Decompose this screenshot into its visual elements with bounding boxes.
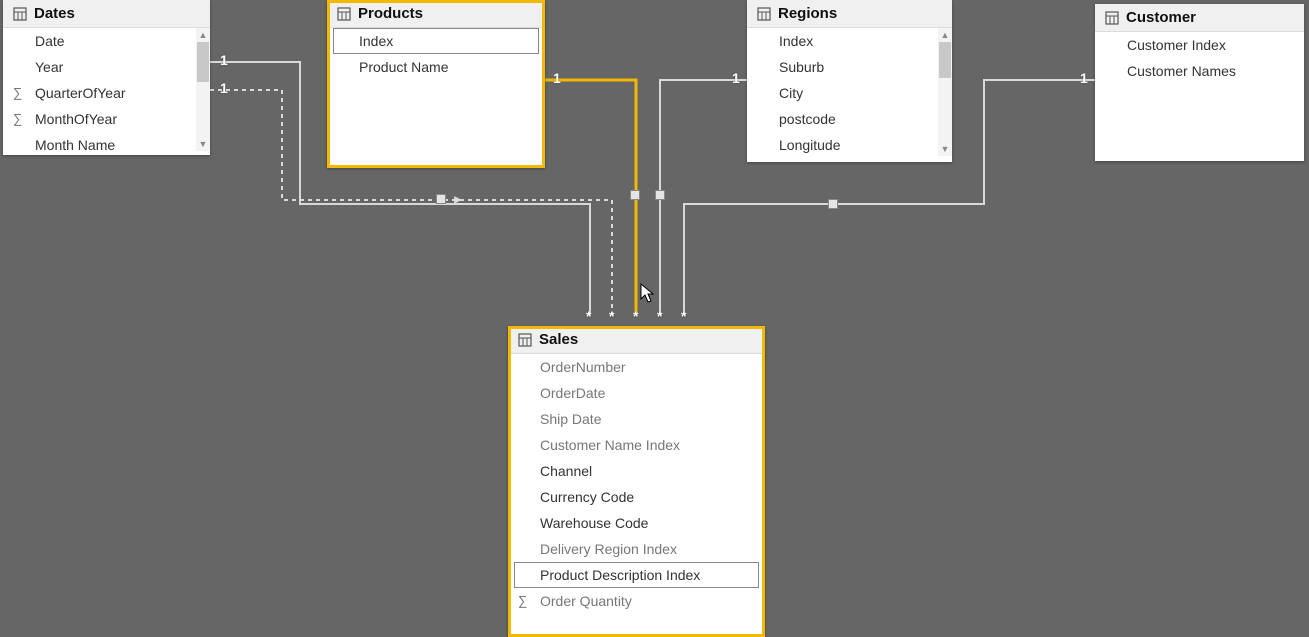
- field-label: Customer Names: [1123, 61, 1296, 81]
- cardinality-sales-star-3: *: [633, 308, 638, 324]
- table-title: Products: [358, 5, 423, 22]
- relation-regions-sales[interactable]: [660, 80, 747, 314]
- filter-direction-node[interactable]: [436, 194, 446, 204]
- scroll-down-icon[interactable]: ▼: [196, 137, 210, 151]
- field-row[interactable]: OrderDate: [508, 380, 765, 406]
- table-title: Dates: [34, 5, 75, 22]
- table-icon: [337, 7, 351, 21]
- sigma-icon: ∑: [13, 83, 31, 103]
- field-row[interactable]: Longitude: [747, 132, 952, 156]
- field-label: Delivery Region Index: [536, 539, 757, 559]
- filter-direction-arrow-icon: ▶: [454, 195, 462, 206]
- field-label: Index: [775, 31, 944, 51]
- field-label: Warehouse Code: [536, 513, 757, 533]
- field-row[interactable]: Month Name: [3, 132, 210, 151]
- field-row[interactable]: Channel: [508, 458, 765, 484]
- field-label: Ship Date: [536, 409, 757, 429]
- cardinality-customer-1: 1: [1080, 70, 1088, 86]
- filter-direction-node[interactable]: [828, 199, 838, 209]
- table-icon: [13, 7, 27, 21]
- field-label: Order Quantity: [536, 591, 757, 611]
- field-row[interactable]: Index: [747, 28, 952, 54]
- scroll-thumb[interactable]: [939, 42, 951, 78]
- field-label: Year: [31, 57, 202, 77]
- field-row[interactable]: Warehouse Code: [508, 510, 765, 536]
- cardinality-regions-1: 1: [732, 70, 740, 86]
- field-row[interactable]: City: [747, 80, 952, 106]
- field-label: Month Name: [31, 135, 202, 151]
- table-icon: [518, 333, 532, 347]
- field-label: QuarterOfYear: [31, 83, 202, 103]
- table-sales[interactable]: Sales OrderNumber OrderDate Ship Date Cu…: [508, 326, 765, 637]
- relation-products-sales[interactable]: [545, 80, 636, 314]
- field-row[interactable]: ∑MonthOfYear: [3, 106, 210, 132]
- table-dates[interactable]: Dates Date Year ∑QuarterOfYear ∑MonthOfY…: [3, 0, 210, 155]
- field-row[interactable]: Currency Code: [508, 484, 765, 510]
- field-row[interactable]: Index: [333, 28, 539, 54]
- cardinality-sales-star-5: *: [681, 308, 686, 324]
- field-label: Suburb: [775, 57, 944, 77]
- scroll-up-icon[interactable]: ▲: [196, 28, 210, 42]
- sigma-icon: ∑: [518, 591, 536, 611]
- scroll-up-icon[interactable]: ▲: [938, 28, 952, 42]
- field-row[interactable]: Customer Name Index: [508, 432, 765, 458]
- table-header-sales[interactable]: Sales: [508, 326, 765, 354]
- scrollbar[interactable]: ▲ ▼: [196, 28, 210, 151]
- field-row[interactable]: postcode: [747, 106, 952, 132]
- field-row[interactable]: Delivery Region Index: [508, 536, 765, 562]
- cardinality-dates-1a: 1: [220, 52, 228, 68]
- field-row[interactable]: ∑Order Quantity: [508, 588, 765, 614]
- field-row[interactable]: Ship Date: [508, 406, 765, 432]
- field-row[interactable]: Date: [3, 28, 210, 54]
- cardinality-sales-star-1: *: [586, 308, 591, 324]
- field-row[interactable]: Product Description Index: [514, 562, 759, 588]
- table-regions[interactable]: Regions Index Suburb City postcode Longi…: [747, 0, 952, 162]
- field-label: Channel: [536, 461, 757, 481]
- table-icon: [1105, 11, 1119, 25]
- table-products[interactable]: Products Index Product Name: [327, 0, 545, 168]
- field-label: Product Name: [355, 57, 537, 77]
- field-label: MonthOfYear: [31, 109, 202, 129]
- field-label: Product Description Index: [536, 565, 756, 585]
- field-label: Customer Index: [1123, 35, 1296, 55]
- field-label: OrderDate: [536, 383, 757, 403]
- cardinality-sales-star-4: *: [657, 308, 662, 324]
- table-title: Regions: [778, 5, 837, 22]
- cardinality-sales-star-2: *: [609, 308, 614, 324]
- field-label: Longitude: [775, 135, 944, 155]
- field-row[interactable]: ∑QuarterOfYear: [3, 80, 210, 106]
- table-title: Customer: [1126, 9, 1196, 26]
- field-label: Date: [31, 31, 202, 51]
- field-label: Index: [355, 31, 536, 51]
- field-label: Currency Code: [536, 487, 757, 507]
- scrollbar[interactable]: ▲ ▼: [938, 28, 952, 156]
- field-label: OrderNumber: [536, 357, 757, 377]
- table-icon: [757, 7, 771, 21]
- sigma-icon: ∑: [13, 109, 31, 129]
- mouse-cursor-icon: [640, 283, 656, 305]
- scroll-down-icon[interactable]: ▼: [938, 142, 952, 156]
- field-row[interactable]: Product Name: [327, 54, 545, 80]
- cardinality-products-1: 1: [553, 70, 561, 86]
- scroll-thumb[interactable]: [197, 42, 209, 82]
- field-row[interactable]: Suburb: [747, 54, 952, 80]
- table-customer[interactable]: Customer Customer Index Customer Names: [1095, 4, 1304, 161]
- field-label: City: [775, 83, 944, 103]
- table-title: Sales: [539, 331, 578, 348]
- table-header-products[interactable]: Products: [327, 0, 545, 28]
- field-row[interactable]: Customer Index: [1095, 32, 1304, 58]
- field-row[interactable]: Customer Names: [1095, 58, 1304, 84]
- field-row[interactable]: OrderNumber: [508, 354, 765, 380]
- filter-direction-node[interactable]: [630, 190, 640, 200]
- table-header-customer[interactable]: Customer: [1095, 4, 1304, 32]
- filter-direction-node[interactable]: [655, 190, 665, 200]
- cardinality-dates-1b: 1: [220, 80, 228, 96]
- table-header-regions[interactable]: Regions: [747, 0, 952, 28]
- field-label: Customer Name Index: [536, 435, 757, 455]
- table-header-dates[interactable]: Dates: [3, 0, 210, 28]
- field-label: postcode: [775, 109, 944, 129]
- field-row[interactable]: Year: [3, 54, 210, 80]
